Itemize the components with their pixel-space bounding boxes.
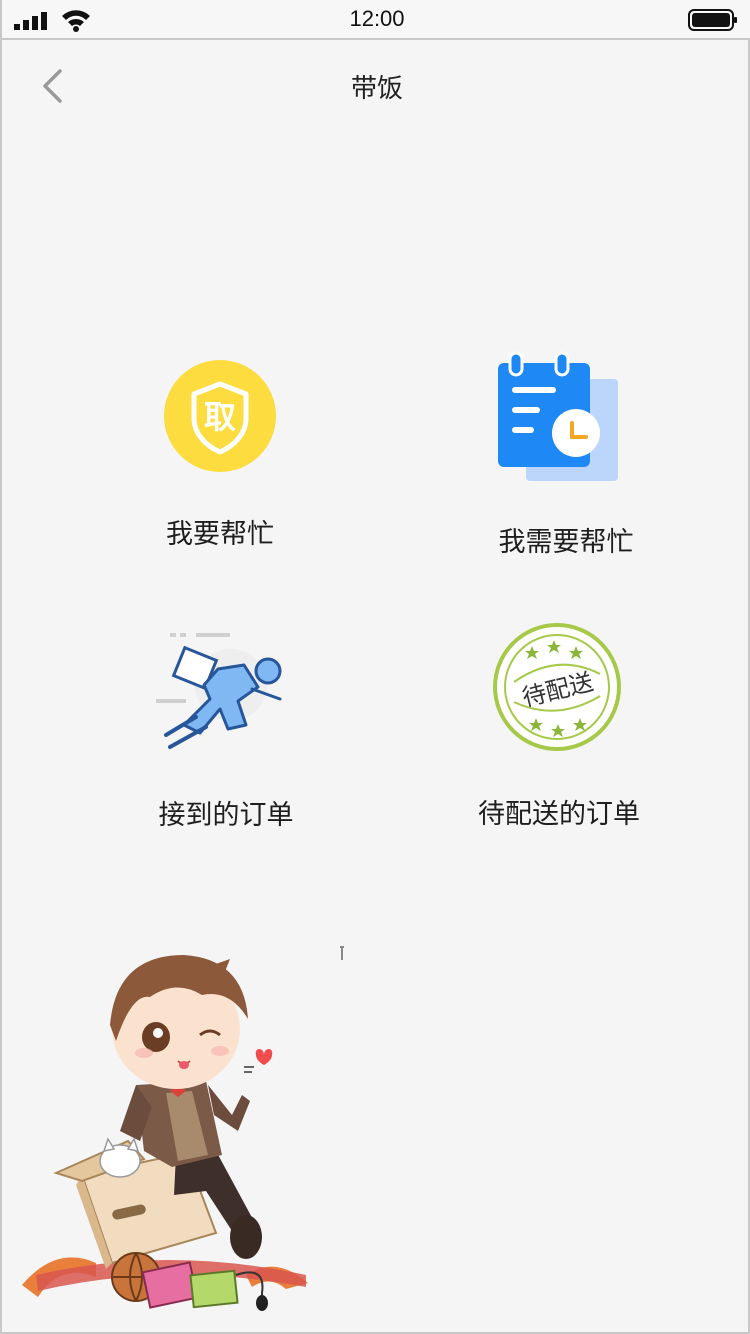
navigation-bar: 带饭 bbox=[2, 42, 750, 128]
status-time: 12:00 bbox=[349, 6, 405, 31]
text-cursor-mark bbox=[340, 946, 344, 960]
menu-item-request-help[interactable]: 我需要帮忙 bbox=[482, 345, 652, 565]
battery-icon bbox=[688, 9, 737, 31]
chibi-boy-illustration bbox=[22, 955, 308, 1311]
menu-item-label: 接到的订单 bbox=[158, 800, 294, 831]
shield-qu-icon: 取 bbox=[164, 360, 276, 472]
menu-item-offer-help[interactable]: 取 我要帮忙 bbox=[132, 350, 312, 560]
menu-item-label: 我要帮忙 bbox=[166, 519, 274, 550]
shield-icon-text: 取 bbox=[204, 398, 236, 436]
status-bar: 12:00 bbox=[2, 0, 750, 40]
menu-item-label: 待配送的订单 bbox=[478, 799, 640, 830]
phone-frame: 12:00 带饭 取 我要帮忙 我需要帮忙 接到的订单 待配送 待配送的订单 bbox=[0, 0, 750, 1334]
menu-item-label: 我需要帮忙 bbox=[498, 527, 634, 558]
page-title: 带饭 bbox=[350, 74, 403, 104]
menu-item-pending-delivery[interactable]: 待配送 待配送的订单 bbox=[472, 620, 662, 835]
menu-item-received-orders[interactable]: 接到的订单 bbox=[142, 625, 312, 835]
calendar-clock-icon bbox=[498, 351, 618, 481]
running-delivery-icon bbox=[156, 633, 282, 749]
stamp-icon: 待配送 bbox=[493, 623, 621, 751]
